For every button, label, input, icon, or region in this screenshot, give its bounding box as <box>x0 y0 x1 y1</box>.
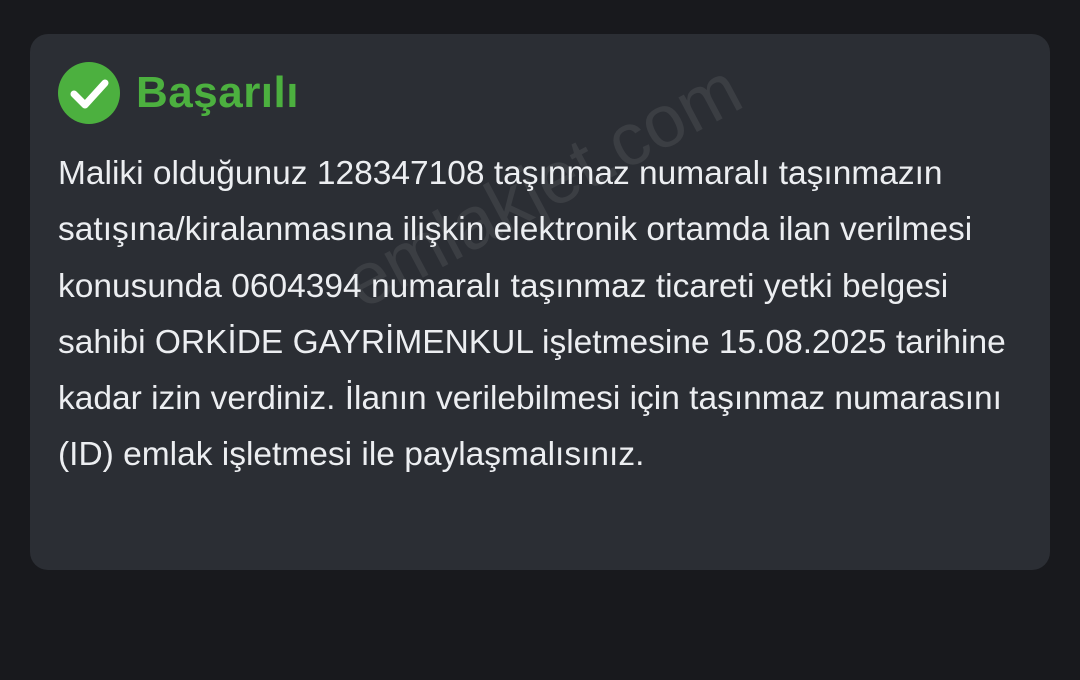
screen: Başarılı Maliki olduğunuz 128347108 taşı… <box>0 0 1080 680</box>
alert-header: Başarılı <box>58 60 1026 126</box>
check-circle-icon <box>58 62 120 124</box>
success-alert-card: Başarılı Maliki olduğunuz 128347108 taşı… <box>30 34 1050 570</box>
alert-title: Başarılı <box>136 68 299 117</box>
alert-message: Maliki olduğunuz 128347108 taşınmaz numa… <box>58 155 1006 474</box>
